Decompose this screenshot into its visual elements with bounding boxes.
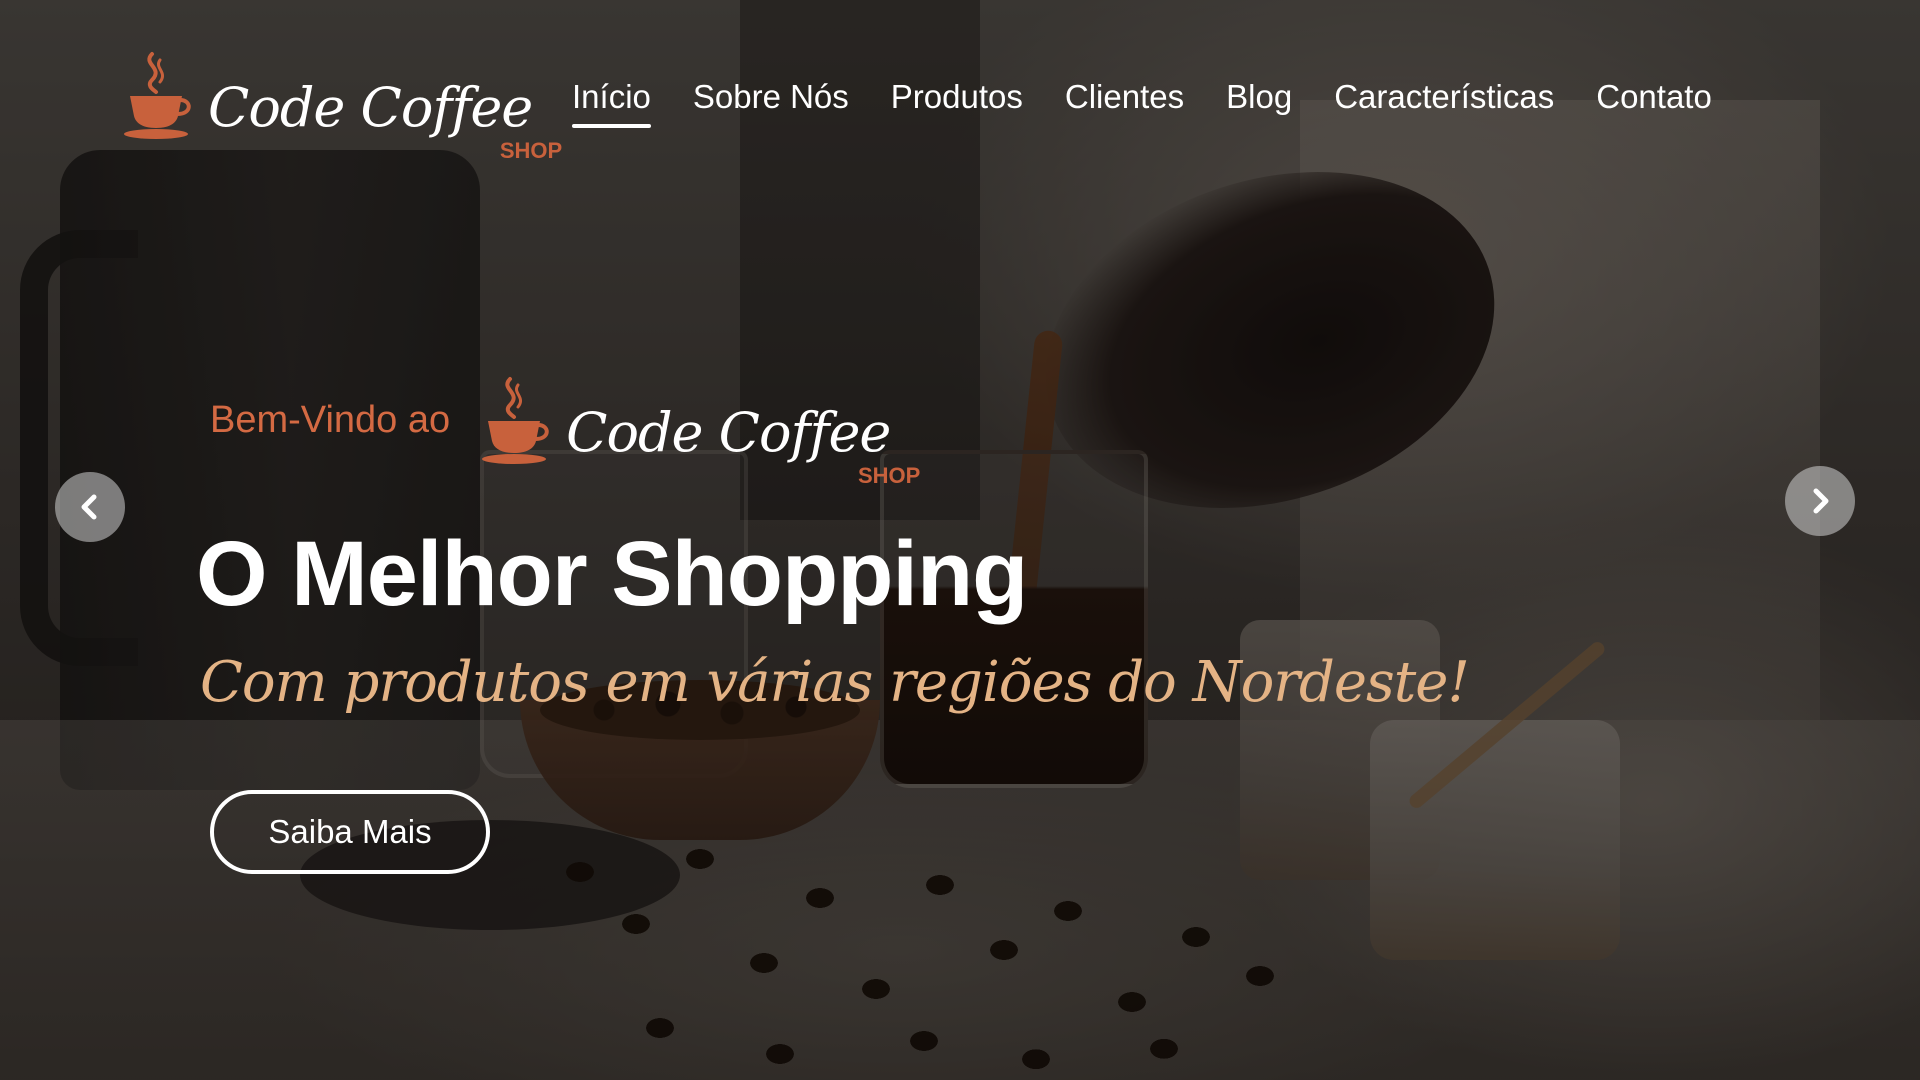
logo-script-text: Code Coffee	[208, 76, 533, 139]
main-nav: Início Sobre Nós Produtos Clientes Blog …	[572, 78, 1712, 128]
nav-item-caracteristicas[interactable]: Características	[1334, 78, 1554, 128]
nav-item-blog[interactable]: Blog	[1226, 78, 1292, 128]
carousel-prev-button[interactable]	[55, 472, 125, 542]
hero-subline: Com produtos em várias regiões do Nordes…	[200, 650, 1470, 715]
nav-item-sobre-nos[interactable]: Sobre Nós	[693, 78, 849, 128]
saiba-mais-button[interactable]: Saiba Mais	[210, 790, 490, 874]
inline-logo: Code Coffee SHOP	[480, 375, 920, 488]
logo-wordmark: Code Coffee SHOP	[208, 76, 562, 163]
site-header: Code Coffee SHOP Início Sobre Nós Produt…	[0, 0, 1920, 200]
inline-logo-wordmark: Code Coffee SHOP	[566, 401, 920, 488]
chevron-right-icon	[1813, 488, 1829, 514]
hero-section: Code Coffee SHOP Início Sobre Nós Produt…	[0, 0, 1920, 1080]
coffee-cup-icon	[124, 52, 191, 139]
inline-logo-shop-text: SHOP	[858, 463, 921, 488]
coffee-cup-icon	[482, 377, 549, 464]
inline-logo-script-text: Code Coffee	[566, 401, 891, 464]
welcome-row: Bem-Vindo ao Code Coffee SHOP	[210, 375, 920, 488]
logo-shop-text: SHOP	[499, 138, 563, 163]
hero-headline: O Melhor Shopping	[196, 523, 1028, 625]
welcome-text: Bem-Vindo ao	[210, 398, 451, 441]
site-logo[interactable]: Code Coffee SHOP	[122, 50, 562, 163]
chevron-left-icon	[81, 494, 97, 520]
nav-item-produtos[interactable]: Produtos	[891, 78, 1023, 128]
nav-item-clientes[interactable]: Clientes	[1065, 78, 1184, 128]
carousel-next-button[interactable]	[1785, 466, 1855, 536]
nav-item-inicio[interactable]: Início	[572, 78, 651, 128]
nav-item-contato[interactable]: Contato	[1596, 78, 1712, 128]
